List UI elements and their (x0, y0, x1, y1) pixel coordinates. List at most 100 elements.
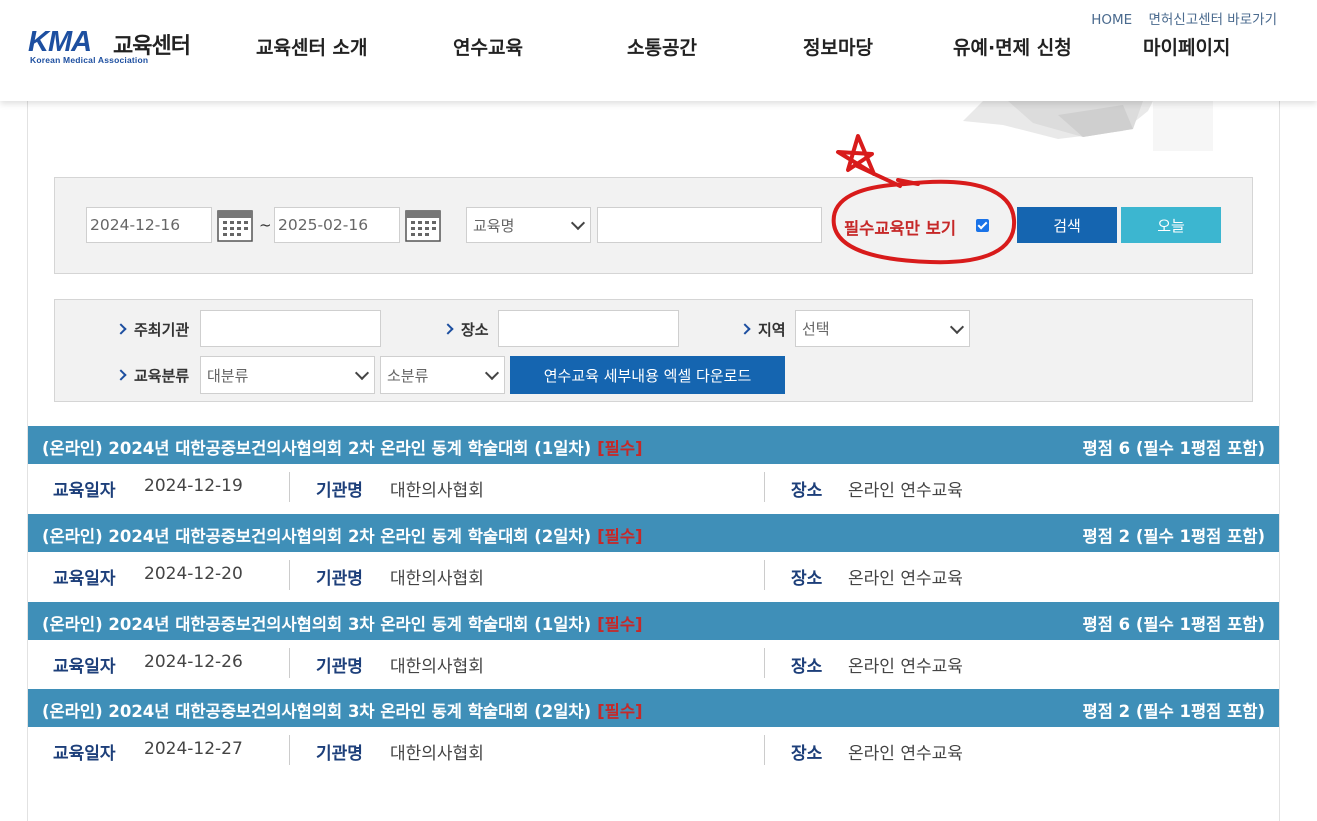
chevron-down-icon (354, 365, 370, 381)
divider (764, 472, 765, 502)
org-value: 대한의사협회 (390, 569, 484, 589)
place-label: 장소 (791, 744, 823, 764)
search-field-select[interactable]: 교육명 (466, 207, 591, 243)
arrow-right-icon (442, 323, 454, 335)
date-label: 교육일자 (53, 481, 116, 501)
place-value: 온라인 연수교육 (848, 744, 963, 764)
license-center-link[interactable]: 면허신고센터 바로가기 (1149, 12, 1278, 28)
date-label: 교육일자 (53, 744, 116, 764)
arrow-right-icon (115, 369, 127, 381)
required-only-checkbox[interactable] (976, 219, 989, 232)
place-label: 장소 (791, 481, 823, 501)
required-only-label[interactable]: 필수교육만 보기 (844, 215, 956, 239)
banner-decoration-image (963, 101, 1213, 151)
required-tag: [필수] (597, 439, 643, 458)
place-value: 온라인 연수교육 (848, 481, 963, 501)
result-title-row[interactable]: (온라인) 2024년 대한공중보건의사협의회 3차 온라인 동계 학술대회 (… (28, 602, 1279, 640)
place-label: 장소 (791, 657, 823, 677)
org-label: 기관명 (316, 657, 363, 677)
org-label: 기관명 (316, 744, 363, 764)
result-title-text: (온라인) 2024년 대한공중보건의사협의회 3차 온라인 동계 학술대회 (… (42, 702, 592, 721)
date-label: 교육일자 (53, 569, 116, 589)
required-tag: [필수] (597, 702, 643, 721)
required-tag: [필수] (597, 615, 643, 634)
top-links: HOME 면허신고센터 바로가기 (1079, 8, 1277, 28)
divider (764, 560, 765, 590)
date-label: 교육일자 (53, 657, 116, 677)
result-title-text: (온라인) 2024년 대한공중보건의사협의회 3차 온라인 동계 학술대회 (… (42, 615, 592, 634)
result-score: 평점 2 (필수 1평점 포함) (1082, 702, 1265, 721)
minor-category-value: 소분류 (387, 366, 429, 385)
divider (289, 648, 290, 678)
result-title-row[interactable]: (온라인) 2024년 대한공중보건의사협의회 2차 온라인 동계 학술대회 (… (28, 514, 1279, 552)
nav-exemption[interactable]: 유예·면제 신청 (953, 33, 1072, 60)
result-title-row[interactable]: (온라인) 2024년 대한공중보건의사협의회 3차 온라인 동계 학술대회 (… (28, 689, 1279, 727)
place-label-text: 장소 (461, 321, 489, 339)
place-value: 온라인 연수교육 (848, 569, 963, 589)
place-label: 장소 (791, 569, 823, 589)
result-score: 평점 6 (필수 1평점 포함) (1082, 615, 1265, 634)
detail-filter-panel: 주최기관 장소 지역 선택 교육분류 대분류 소분류 연수교육 세부내용 엑셀 … (54, 299, 1253, 402)
divider (289, 560, 290, 590)
place-label: 장소 (442, 319, 489, 340)
org-label: 기관명 (316, 569, 363, 589)
org-label: 기관명 (316, 481, 363, 501)
result-detail-row: 교육일자 2024-12-19 기관명 대한의사협회 장소 온라인 연수교육 (28, 464, 1279, 510)
keyword-input[interactable] (597, 207, 822, 243)
major-category-select[interactable]: 대분류 (200, 356, 375, 394)
date-value: 2024-12-20 (144, 564, 243, 584)
excel-download-button[interactable]: 연수교육 세부내용 엑셀 다운로드 (510, 356, 785, 394)
nav-community[interactable]: 소통공간 (627, 33, 697, 60)
divider (764, 648, 765, 678)
calendar-icon[interactable] (405, 208, 441, 242)
today-button[interactable]: 오늘 (1121, 207, 1221, 243)
nav-mypage[interactable]: 마이페이지 (1143, 33, 1230, 60)
home-link[interactable]: HOME (1091, 12, 1132, 28)
date-search-panel: 2024-12-16 ~ 2025-02-16 교육명 필수교육만 보기 검색 … (54, 177, 1253, 274)
logo-subtitle: Korean Medical Association (30, 55, 149, 65)
date-separator: ~ (259, 216, 272, 234)
chevron-down-icon (484, 365, 500, 381)
date-from-input[interactable]: 2024-12-16 (86, 207, 212, 243)
org-value: 대한의사협회 (390, 744, 484, 764)
result-title[interactable]: (온라인) 2024년 대한공중보건의사협의회 3차 온라인 동계 학술대회 (… (42, 698, 643, 722)
arrow-right-icon (115, 323, 127, 335)
nav-about[interactable]: 교육센터 소개 (256, 33, 368, 60)
search-field-value: 교육명 (473, 216, 515, 235)
host-label: 주최기관 (115, 319, 189, 340)
result-detail-row: 교육일자 2024-12-27 기관명 대한의사협회 장소 온라인 연수교육 (28, 727, 1279, 773)
main-content: 2024-12-16 ~ 2025-02-16 교육명 필수교육만 보기 검색 … (27, 101, 1280, 821)
org-value: 대한의사협회 (390, 481, 484, 501)
arrow-right-icon (739, 323, 751, 335)
search-button[interactable]: 검색 (1017, 207, 1117, 243)
chevron-down-icon (570, 215, 586, 231)
region-label-text: 지역 (758, 321, 786, 339)
category-label: 교육분류 (115, 365, 190, 386)
kma-logo[interactable]: KMA 교육센터 Korean Medical Association (28, 26, 203, 70)
host-input[interactable] (200, 310, 381, 347)
region-select-value: 선택 (802, 320, 830, 338)
site-header: KMA 교육센터 Korean Medical Association HOME… (0, 0, 1317, 101)
result-title[interactable]: (온라인) 2024년 대한공중보건의사협의회 2차 온라인 동계 학술대회 (… (42, 435, 643, 459)
calendar-icon[interactable] (217, 208, 253, 242)
result-detail-row: 교육일자 2024-12-20 기관명 대한의사협회 장소 온라인 연수교육 (28, 552, 1279, 598)
result-detail-row: 교육일자 2024-12-26 기관명 대한의사협회 장소 온라인 연수교육 (28, 640, 1279, 686)
minor-category-select[interactable]: 소분류 (380, 356, 505, 394)
divider (289, 735, 290, 765)
divider (764, 735, 765, 765)
category-label-text: 교육분류 (134, 367, 190, 385)
result-title-text: (온라인) 2024년 대한공중보건의사협의회 2차 온라인 동계 학술대회 (… (42, 439, 592, 458)
place-input[interactable] (498, 310, 679, 347)
nav-training[interactable]: 연수교육 (453, 33, 523, 60)
region-select[interactable]: 선택 (795, 310, 970, 347)
date-value: 2024-12-26 (144, 652, 243, 672)
result-score: 평점 6 (필수 1평점 포함) (1082, 439, 1265, 458)
result-title-row[interactable]: (온라인) 2024년 대한공중보건의사협의회 2차 온라인 동계 학술대회 (… (28, 426, 1279, 464)
nav-info[interactable]: 정보마당 (803, 33, 873, 60)
result-title[interactable]: (온라인) 2024년 대한공중보건의사협의회 2차 온라인 동계 학술대회 (… (42, 523, 643, 547)
region-label: 지역 (739, 319, 786, 340)
date-to-input[interactable]: 2025-02-16 (274, 207, 400, 243)
chevron-down-icon (949, 319, 965, 334)
result-score: 평점 2 (필수 1평점 포함) (1082, 527, 1265, 546)
result-title[interactable]: (온라인) 2024년 대한공중보건의사협의회 3차 온라인 동계 학술대회 (… (42, 611, 643, 635)
